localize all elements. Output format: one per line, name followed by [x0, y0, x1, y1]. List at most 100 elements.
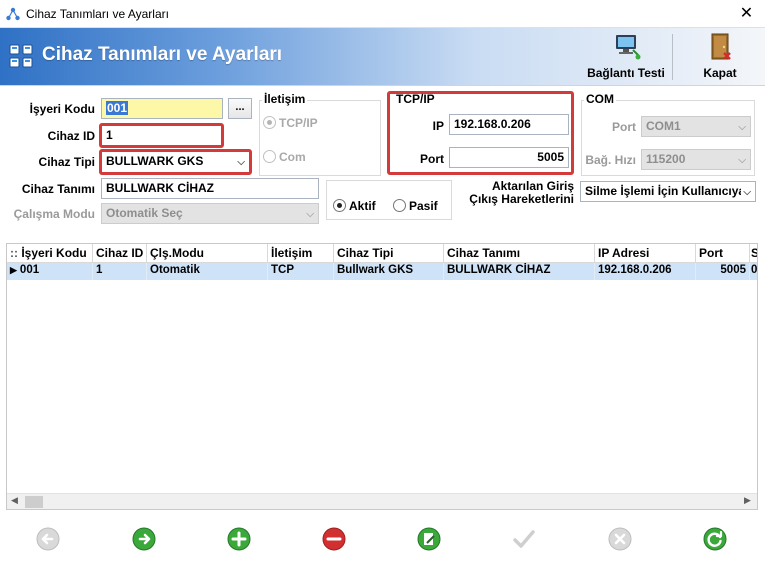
app-network-icon: [6, 7, 20, 21]
chevron-down-icon: ⌵: [306, 209, 314, 220]
pasif-radio-label: Pasif: [409, 199, 438, 213]
header-marker: ::: [10, 246, 18, 260]
isyeri-browse-button[interactable]: ...: [228, 98, 252, 119]
window-titlebar: Cihaz Tanımları ve Ayarları ✕: [0, 0, 765, 28]
minus-icon: [322, 527, 346, 551]
close-label: Kapat: [703, 66, 737, 80]
aktarilan-label-line1: Aktarılan Giriş: [491, 179, 574, 193]
col-header-iletisim[interactable]: İletişim: [268, 244, 334, 263]
refresh-button[interactable]: [702, 526, 728, 552]
aktif-radio[interactable]: [333, 199, 346, 212]
col-header-cihaz-id[interactable]: Cihaz ID: [93, 244, 147, 263]
col-header-cihaz-tanimi[interactable]: Cihaz Tanımı: [444, 244, 595, 263]
aktarilan-value: Silme İşlemi İçin Kullanıcıya: [585, 184, 746, 198]
col-header-isyeri-kodu[interactable]: :: İşyeri Kodu: [7, 244, 93, 263]
row-pointer-icon: ▶: [10, 265, 17, 275]
plus-icon: [227, 527, 251, 551]
com-title: COM: [584, 92, 616, 106]
next-button[interactable]: [131, 526, 157, 552]
baud-rate-label: Bağ. Hızı: [585, 153, 636, 167]
tcpip-radio-label: TCP/IP: [279, 116, 318, 130]
table-row-cell-ip-adresi[interactable]: 192.168.0.206: [595, 263, 696, 280]
connection-test-label: Bağlantı Testi: [587, 66, 665, 80]
col-header-s[interactable]: S: [750, 244, 757, 263]
col-header-port[interactable]: Port: [696, 244, 750, 263]
com-port-value: COM1: [646, 119, 681, 133]
close-button[interactable]: Kapat: [678, 30, 762, 84]
cihaz-tipi-value: BULLWARK GKS: [106, 154, 204, 168]
com-radio[interactable]: [263, 150, 276, 163]
table-row-cell-isyeri-kodu[interactable]: ▶ 001: [7, 263, 93, 280]
aktarilan-label-line2: Çıkış Hareketlerini: [469, 192, 574, 206]
cihaz-tanimi-label: Cihaz Tanımı: [21, 182, 95, 196]
cell-isyeri-kodu: 001: [19, 264, 40, 276]
col-header-isyeri-kodu-label: İşyeri Kodu: [21, 246, 87, 260]
table-row-cell-iletisim[interactable]: TCP: [268, 263, 334, 280]
isyeri-kodu-label: İşyeri Kodu: [29, 102, 95, 116]
cihaz-id-label: Cihaz ID: [47, 129, 95, 143]
cihaz-id-input[interactable]: 1: [102, 126, 221, 145]
pasif-radio[interactable]: [393, 199, 406, 212]
connection-test-button[interactable]: Bağlantı Testi: [584, 30, 668, 84]
chevron-down-icon: ⌵: [738, 155, 746, 166]
arrow-right-icon: [132, 527, 156, 551]
device-list-icon: [9, 44, 33, 68]
scroll-right-icon[interactable]: ▶: [744, 495, 751, 506]
save-button[interactable]: [511, 526, 537, 552]
aktarilan-select[interactable]: Silme İşlemi İçin Kullanıcıya ⌵: [580, 181, 756, 202]
window-title: Cihaz Tanımları ve Ayarları: [26, 7, 169, 21]
calisma-modu-label: Çalışma Modu: [13, 207, 95, 221]
arrow-left-icon: [36, 527, 60, 551]
baud-rate-value: 115200: [646, 152, 686, 166]
baud-rate-select[interactable]: 115200 ⌵: [641, 149, 751, 170]
exit-door-icon: [711, 33, 731, 60]
checkmark-icon: [513, 530, 535, 548]
ip-input[interactable]: 192.168.0.206: [449, 114, 569, 135]
edit-button[interactable]: [416, 526, 442, 552]
table-row-cell-cihaz-tipi[interactable]: Bullwark GKS: [334, 263, 444, 280]
previous-button[interactable]: [35, 526, 61, 552]
table-row-cell-cls-modu[interactable]: Otomatik: [147, 263, 268, 280]
com-radio-label: Com: [279, 150, 306, 164]
scroll-left-icon[interactable]: ◀: [11, 495, 18, 506]
device-grid[interactable]: :: İşyeri Kodu Cihaz ID Çlş.Modu İletişi…: [6, 243, 758, 510]
add-button[interactable]: [226, 526, 252, 552]
iletisim-group: [259, 100, 381, 176]
table-row-cell-cihaz-tanimi[interactable]: BULLWARK CİHAZ: [444, 263, 595, 280]
horizontal-scrollbar[interactable]: ◀ ▶: [7, 493, 757, 509]
table-row-cell-s[interactable]: 0: [750, 263, 757, 280]
chevron-down-icon: ⌵: [738, 122, 746, 133]
table-row-cell-cihaz-id[interactable]: 1: [93, 263, 147, 280]
scrollbar-thumb[interactable]: [25, 496, 43, 508]
isyeri-kodu-value: 001: [106, 101, 129, 115]
page-title: Cihaz Tanımları ve Ayarları: [42, 44, 283, 65]
isyeri-kodu-input[interactable]: 001: [101, 98, 223, 119]
calisma-modu-select[interactable]: Otomatik Seç ⌵: [101, 203, 319, 224]
header-band: Cihaz Tanımları ve Ayarları Bağlantı Tes…: [0, 28, 765, 86]
port-input[interactable]: 5005: [449, 147, 569, 168]
aktif-radio-label: Aktif: [349, 199, 376, 213]
chevron-down-icon: ⌵: [237, 157, 245, 168]
window-close-button[interactable]: ✕: [728, 0, 765, 28]
col-header-ip-adresi[interactable]: IP Adresi: [595, 244, 696, 263]
delete-button[interactable]: [321, 526, 347, 552]
chevron-down-icon: ⌵: [741, 185, 751, 200]
x-icon: [608, 527, 632, 551]
col-header-cihaz-tipi[interactable]: Cihaz Tipi: [334, 244, 444, 263]
ip-label: IP: [432, 119, 444, 133]
com-port-select[interactable]: COM1 ⌵: [641, 116, 751, 137]
cihaz-tipi-select[interactable]: BULLWARK GKS ⌵: [102, 152, 249, 172]
edit-icon: [417, 527, 441, 551]
table-row-cell-port[interactable]: 5005: [696, 263, 750, 280]
toolbar-divider: [672, 34, 673, 80]
cihaz-tipi-label: Cihaz Tipi: [38, 155, 95, 169]
refresh-icon: [703, 527, 727, 551]
cancel-button[interactable]: [607, 526, 633, 552]
port-label: Port: [420, 152, 444, 166]
com-port-label: Port: [612, 120, 636, 134]
iletisim-title: İletişim: [262, 92, 308, 106]
tcpip-radio[interactable]: [263, 116, 276, 129]
cihaz-tanimi-input[interactable]: BULLWARK CİHAZ: [101, 178, 319, 199]
col-header-cls-modu[interactable]: Çlş.Modu: [147, 244, 268, 263]
calisma-modu-value: Otomatik Seç: [106, 206, 183, 220]
